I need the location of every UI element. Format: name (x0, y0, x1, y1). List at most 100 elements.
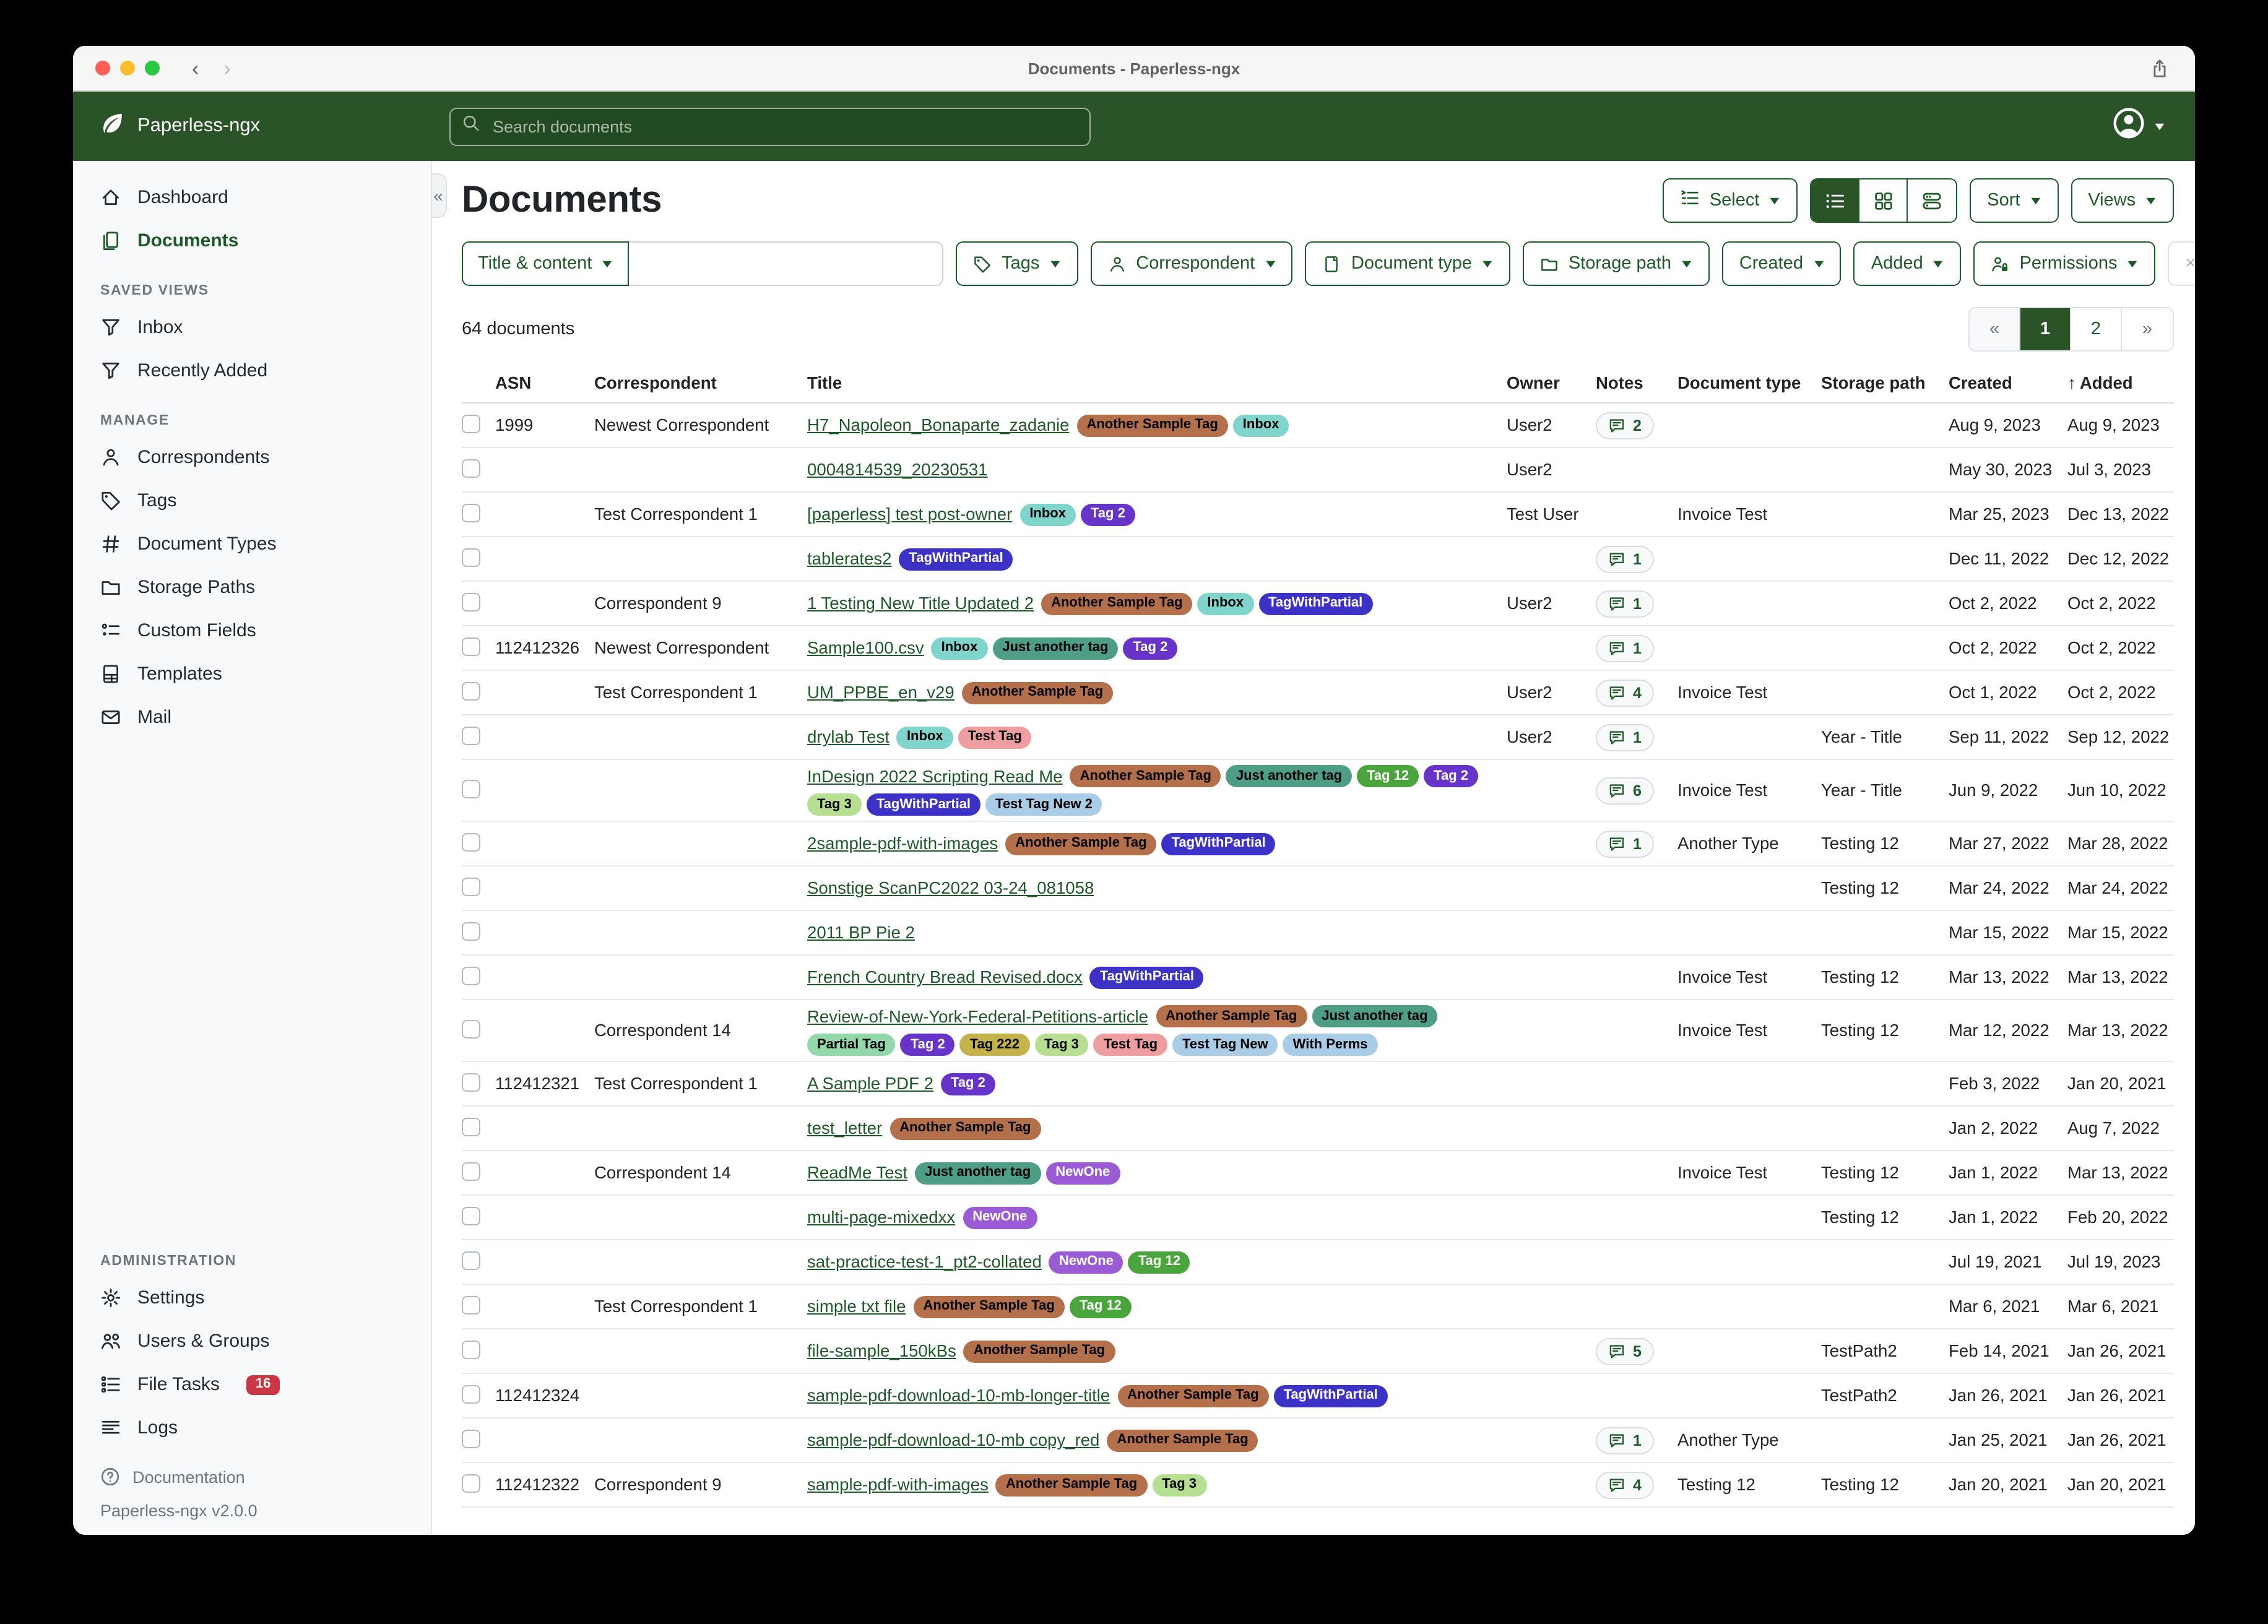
tag-badge[interactable]: Test Tag (1094, 1034, 1167, 1056)
table-row[interactable]: 112412324 sample-pdf-download-10-mb-long… (462, 1374, 2174, 1419)
tag-badge[interactable]: Inbox (1019, 503, 1076, 525)
back-icon[interactable]: ‹ (192, 58, 199, 79)
sort-button[interactable]: Sort▼ (1970, 178, 2058, 223)
document-title-link[interactable]: Sonstige ScanPC2022 03-24_081058 (807, 879, 1094, 897)
pagination-page-2[interactable]: 2 (2071, 308, 2122, 350)
document-title-link[interactable]: sample-pdf-with-images (807, 1475, 989, 1494)
tag-badge[interactable]: Another Sample Tag (1005, 832, 1156, 855)
row-checkbox[interactable] (462, 832, 480, 851)
document-type-cell[interactable]: Another Type (1677, 834, 1821, 853)
document-type-cell[interactable]: Another Type (1677, 1431, 1821, 1449)
notes-badge[interactable]: 1 (1596, 545, 1654, 572)
column-header-asn[interactable]: ASN (495, 374, 594, 392)
reset-filters-button[interactable]: × Reset filters (2168, 241, 2195, 286)
tag-badge[interactable]: Tag 2 (901, 1034, 955, 1056)
filter-button-storage-path[interactable]: Storage path▼ (1523, 241, 1710, 286)
table-row[interactable]: Sonstige ScanPC2022 03-24_081058 Testing… (462, 866, 2174, 911)
sidebar-item-templates[interactable]: Templates (73, 652, 431, 696)
tag-badge[interactable]: TagWithPartial (899, 548, 1013, 570)
row-checkbox[interactable] (462, 1019, 480, 1038)
tag-badge[interactable]: TagWithPartial (867, 793, 980, 816)
row-checkbox[interactable] (462, 548, 480, 566)
storage-path-cell[interactable]: Testing 12 (1821, 968, 1949, 987)
tag-badge[interactable]: Another Sample Tag (1107, 1429, 1258, 1451)
notes-badge[interactable]: 1 (1596, 830, 1654, 857)
sidebar-item-inbox[interactable]: Inbox (73, 306, 431, 349)
correspondent-cell[interactable]: Correspondent 9 (594, 594, 807, 613)
storage-path-cell[interactable]: Year - Title (1821, 781, 1949, 800)
table-row[interactable]: 112412321 Test Correspondent 1 A Sample … (462, 1062, 2174, 1107)
storage-path-cell[interactable]: TestPath2 (1821, 1386, 1949, 1405)
filter-button-correspondent[interactable]: Correspondent▼ (1090, 241, 1293, 286)
row-checkbox[interactable] (462, 1117, 480, 1136)
row-checkbox[interactable] (462, 414, 480, 433)
storage-path-cell[interactable]: Year - Title (1821, 728, 1949, 746)
tag-badge[interactable]: TagWithPartial (1258, 592, 1372, 615)
table-row[interactable]: 2011 BP Pie 2 Mar 15, 2022 Mar 15, 2022 (462, 911, 2174, 956)
tag-badge[interactable]: Tag 12 (1128, 1251, 1190, 1273)
row-checkbox[interactable] (462, 637, 480, 655)
row-checkbox[interactable] (462, 1251, 480, 1269)
document-title-link[interactable]: sample-pdf-download-10-mb-longer-title (807, 1386, 1110, 1405)
notes-badge[interactable]: 4 (1596, 1471, 1654, 1498)
tag-badge[interactable]: Another Sample Tag (889, 1117, 1041, 1139)
tag-badge[interactable]: Partial Tag (807, 1034, 896, 1056)
notes-badge[interactable]: 6 (1596, 777, 1654, 804)
row-checkbox[interactable] (462, 1340, 480, 1358)
tag-badge[interactable]: TagWithPartial (1090, 966, 1204, 988)
table-row[interactable]: Test Correspondent 1 UM_PPBE_en_v29Anoth… (462, 671, 2174, 715)
row-checkbox[interactable] (462, 1429, 480, 1448)
column-header-storage-path[interactable]: Storage path (1821, 374, 1949, 392)
row-checkbox[interactable] (462, 1384, 480, 1403)
tag-badge[interactable]: Another Sample Tag (914, 1295, 1065, 1318)
grid-view-button[interactable] (1859, 179, 1908, 222)
document-type-cell[interactable]: Testing 12 (1677, 1475, 1821, 1494)
correspondent-cell[interactable]: Test Correspondent 1 (594, 683, 807, 702)
document-title-link[interactable]: French Country Bread Revised.docx (807, 968, 1083, 987)
column-header-added[interactable]: ↑Added (2067, 374, 2174, 392)
row-checkbox[interactable] (462, 877, 480, 896)
notes-badge[interactable]: 5 (1596, 1337, 1654, 1365)
document-type-cell[interactable]: Invoice Test (1677, 968, 1821, 987)
tag-badge[interactable]: NewOne (1049, 1251, 1123, 1273)
tag-badge[interactable]: Inbox (1197, 592, 1253, 615)
document-title-link[interactable]: test_letter (807, 1119, 882, 1138)
tag-badge[interactable]: Just another tag (1312, 1005, 1437, 1027)
tag-badge[interactable]: Inbox (897, 726, 953, 748)
storage-path-cell[interactable]: Testing 12 (1821, 1021, 1949, 1040)
correspondent-cell[interactable]: Test Correspondent 1 (594, 505, 807, 524)
correspondent-cell[interactable]: Test Correspondent 1 (594, 1297, 807, 1316)
correspondent-cell[interactable]: Newest Correspondent (594, 639, 807, 657)
title-content-filter-input[interactable] (629, 241, 943, 286)
filter-button-tags[interactable]: Tags▼ (956, 241, 1078, 286)
correspondent-cell[interactable]: Newest Correspondent (594, 416, 807, 434)
tag-badge[interactable]: Tag 2 (1081, 503, 1135, 525)
notes-badge[interactable]: 1 (1596, 590, 1654, 617)
filter-button-created[interactable]: Created▼ (1722, 241, 1842, 286)
tag-badge[interactable]: Another Sample Tag (1070, 765, 1221, 787)
sidebar-item-mail[interactable]: Mail (73, 696, 431, 739)
table-row[interactable]: Correspondent 14 ReadMe TestJust another… (462, 1151, 2174, 1196)
notes-badge[interactable]: 2 (1596, 412, 1654, 439)
pagination-first[interactable]: « (1970, 308, 2020, 350)
document-title-link[interactable]: tablerates2 (807, 550, 892, 568)
table-row[interactable]: Correspondent 14 Review-of-New-York-Fede… (462, 1000, 2174, 1062)
sidebar-item-settings[interactable]: Settings (73, 1276, 431, 1320)
search-box[interactable] (449, 107, 1091, 145)
title-content-filter-button[interactable]: Title & content▼ (462, 241, 629, 286)
column-header-owner[interactable]: Owner (1507, 374, 1596, 392)
document-title-link[interactable]: InDesign 2022 Scripting Read Me (807, 767, 1063, 785)
document-type-cell[interactable]: Invoice Test (1677, 683, 1821, 702)
tag-badge[interactable]: Another Sample Tag (1041, 592, 1192, 615)
close-window-button[interactable] (95, 61, 110, 76)
document-type-cell[interactable]: Invoice Test (1677, 505, 1821, 524)
table-row[interactable]: sat-practice-test-1_pt2-collatedNewOneTa… (462, 1240, 2174, 1285)
tag-badge[interactable]: Another Sample Tag (964, 1340, 1115, 1362)
tag-badge[interactable]: Just another tag (915, 1162, 1041, 1184)
table-row[interactable]: InDesign 2022 Scripting Read Me Another S… (462, 760, 2174, 822)
tag-badge[interactable]: Another Sample Tag (996, 1474, 1147, 1496)
document-title-link[interactable]: 0004814539_20230531 (807, 460, 988, 479)
document-title-link[interactable]: 2sample-pdf-with-images (807, 834, 998, 853)
document-title-link[interactable]: simple txt file (807, 1297, 906, 1316)
tag-badge[interactable]: Inbox (1233, 414, 1289, 436)
